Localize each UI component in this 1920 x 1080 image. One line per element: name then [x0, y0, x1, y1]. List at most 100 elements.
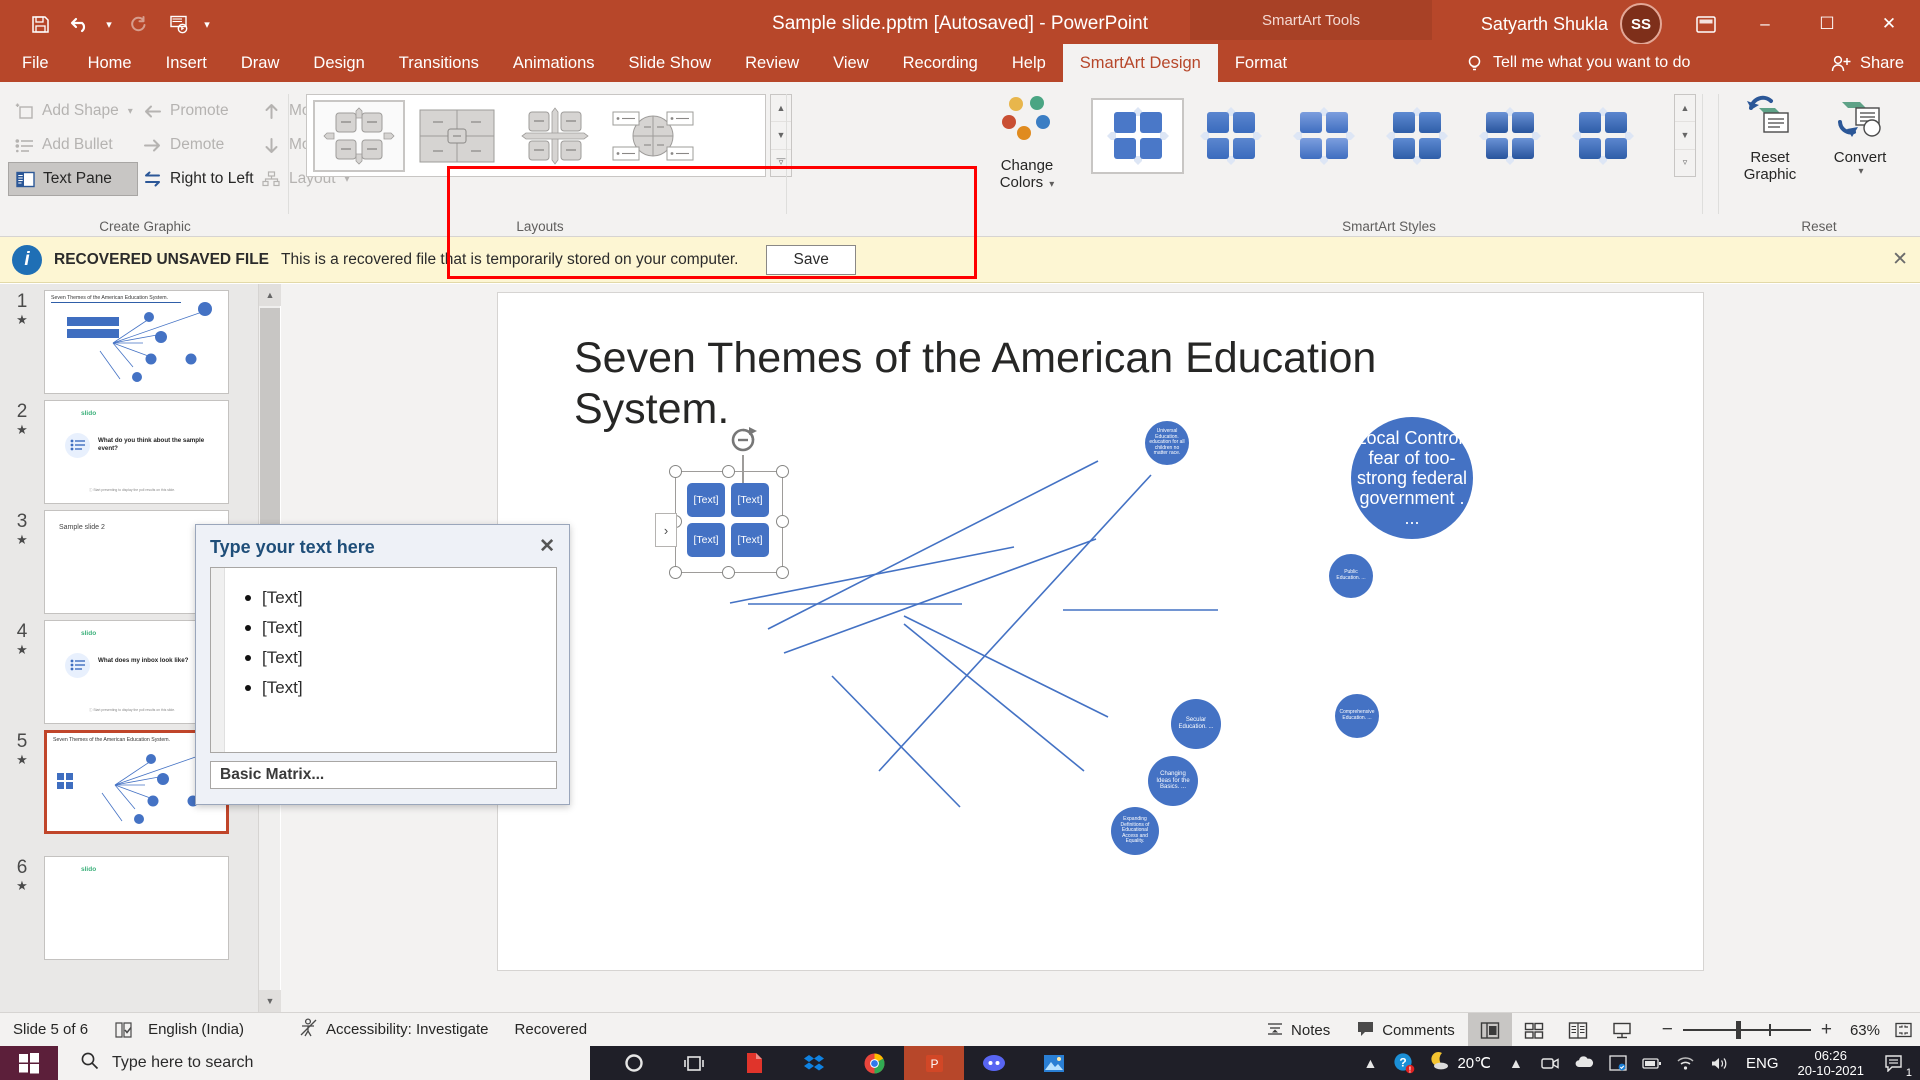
maximize-button[interactable]: ☐ [1796, 0, 1858, 48]
tab-recording[interactable]: Recording [886, 44, 995, 82]
smartart-cell-2[interactable]: [Text] [731, 483, 769, 517]
smartart-cell-4[interactable]: [Text] [731, 523, 769, 557]
thumbnail-preview[interactable]: slido [44, 856, 229, 960]
wifi-icon[interactable] [1669, 1046, 1703, 1080]
smartart-style-moderate-effect[interactable] [1370, 97, 1463, 174]
text-pane-dialog[interactable]: Type your text here ✕ [Text] [Text] [Tex… [195, 524, 570, 805]
fit-to-window-icon[interactable] [1886, 1013, 1920, 1047]
tab-view[interactable]: View [816, 44, 885, 82]
smartart-cell-1[interactable]: [Text] [687, 483, 725, 517]
chrome-icon[interactable] [844, 1046, 904, 1080]
tab-help[interactable]: Help [995, 44, 1063, 82]
language-indicator[interactable]: English (India) [146, 1013, 257, 1047]
discord-icon[interactable] [964, 1046, 1024, 1080]
text-pane-editor[interactable]: [Text] [Text] [Text] [Text] [210, 567, 557, 753]
chevron-down-icon[interactable]: ▾ [1836, 166, 1887, 178]
thumbnail-preview[interactable]: Seven Themes of the American Education S… [44, 290, 229, 394]
smartart-style-white-outline[interactable] [1184, 97, 1277, 174]
notes-button[interactable]: Notes [1253, 1013, 1343, 1047]
layout-basic-matrix[interactable] [313, 99, 405, 172]
resize-handle-e[interactable] [776, 515, 789, 528]
panel-scroll-up-icon[interactable]: ▲ [259, 284, 281, 306]
undo-dropdown-icon[interactable]: ▾ [102, 7, 116, 41]
add-bullet-button[interactable]: Add Bullet [8, 128, 138, 162]
zoom-track[interactable] [1682, 1021, 1811, 1039]
windows-start-icon[interactable] [0, 1046, 58, 1080]
text-pane-bullet-4[interactable]: [Text] [245, 678, 303, 698]
reading-view-icon[interactable] [1556, 1013, 1600, 1047]
slide-thumbnail-1[interactable]: 1 ★ Seven Themes of the American Education… [0, 290, 229, 394]
diagram-node-local-control[interactable]: Local Control. fear of too-strong federa… [1351, 417, 1473, 539]
comments-button[interactable]: Comments [1343, 1013, 1468, 1047]
close-icon[interactable]: ✕ [539, 535, 555, 558]
smartart-style-simple-fill[interactable] [1091, 97, 1184, 174]
meet-now-icon[interactable] [1533, 1046, 1567, 1080]
slide-counter[interactable]: Slide 5 of 6 [0, 1013, 101, 1047]
styles-scroll-down-icon[interactable]: ▼ [1675, 122, 1695, 150]
promote-button[interactable]: Promote [136, 94, 259, 128]
demote-button[interactable]: Demote [136, 128, 259, 162]
resize-handle-se[interactable] [776, 566, 789, 579]
chevron-down-icon[interactable]: ▾ [1049, 179, 1054, 190]
tab-transitions[interactable]: Transitions [382, 44, 496, 82]
share-button[interactable]: Share [1831, 44, 1904, 82]
weather-widget[interactable]: 20℃ [1421, 1051, 1499, 1075]
smartart-style-subtle-effect[interactable] [1277, 97, 1370, 174]
slide-sorter-icon[interactable] [1512, 1013, 1556, 1047]
tab-slide-show[interactable]: Slide Show [612, 44, 729, 82]
text-pane-bullet-3[interactable]: [Text] [245, 648, 303, 668]
tab-draw[interactable]: Draw [224, 44, 297, 82]
update-icon[interactable] [1601, 1046, 1635, 1080]
account-area[interactable]: Satyarth Shukla SS [1481, 0, 1662, 48]
zoom-level[interactable]: 63% [1850, 1013, 1886, 1047]
ribbon-display-options-icon[interactable] [1678, 0, 1734, 48]
search-input[interactable]: Type here to search [58, 1046, 590, 1080]
smartart-style-polished[interactable] [1556, 97, 1649, 174]
chevron-up-icon[interactable]: ▲ [1353, 1046, 1387, 1080]
cortana-icon[interactable] [604, 1046, 664, 1080]
task-view-icon[interactable] [664, 1046, 724, 1080]
panel-scroll-down-icon[interactable]: ▼ [259, 990, 281, 1012]
smartart-object[interactable]: [Text] [Text] [Text] [Text] › [655, 427, 789, 579]
onedrive-icon[interactable] [1567, 1046, 1601, 1080]
tell-me-box[interactable]: Tell me what you want to do [1465, 44, 1690, 82]
photos-icon[interactable] [1024, 1046, 1084, 1080]
convert-button[interactable]: Convert ▾ [1818, 94, 1902, 206]
resize-handle-nw[interactable] [669, 465, 682, 478]
tab-format[interactable]: Format [1218, 44, 1304, 82]
tab-insert[interactable]: Insert [149, 44, 224, 82]
layout-titled-matrix[interactable] [411, 99, 503, 172]
spellcheck-icon[interactable] [101, 1013, 146, 1047]
right-to-left-button[interactable]: Right to Left [136, 162, 259, 196]
slideshow-icon[interactable] [160, 7, 196, 41]
resize-handle-sw[interactable] [669, 566, 682, 579]
layouts-gallery-scrollbar[interactable]: ▲ ▼ ▿ — [770, 94, 792, 177]
layout-grid-matrix[interactable] [509, 99, 601, 172]
diagram-node-public[interactable]: Public Education. ... [1329, 554, 1373, 598]
zoom-in-button[interactable]: + [1811, 1019, 1842, 1041]
customize-qat-icon[interactable]: ▾ [200, 7, 214, 41]
save-icon[interactable] [22, 7, 58, 41]
smartart-styles-scrollbar[interactable]: ▲ ▼ ▿ [1674, 94, 1696, 177]
thumbnail-preview[interactable]: slido What do you think about the sample … [44, 400, 229, 504]
normal-view-icon[interactable] [1467, 1013, 1512, 1047]
clock[interactable]: 06:26 20-10-2021 [1788, 1048, 1875, 1079]
notifications-icon[interactable]: 1 [1874, 1046, 1914, 1080]
resize-handle-n[interactable] [722, 465, 735, 478]
diagram-node-changing-ideas[interactable]: Changing Ideas for the Basics. ... [1148, 756, 1198, 806]
tab-animations[interactable]: Animations [496, 44, 612, 82]
tray-overflow-chevron-icon[interactable]: ▲ [1499, 1046, 1533, 1080]
reset-graphic-button[interactable]: Reset Graphic [1728, 94, 1812, 206]
avatar[interactable]: SS [1620, 3, 1662, 45]
diagram-node-universal[interactable]: Universal Education. education for all c… [1145, 421, 1189, 465]
volume-icon[interactable] [1703, 1046, 1737, 1080]
chevron-down-icon[interactable]: ▾ [128, 106, 133, 117]
add-shape-button[interactable]: Add Shape ▾ [8, 94, 138, 128]
resize-handle-ne[interactable] [776, 465, 789, 478]
undo-icon[interactable] [62, 7, 98, 41]
minimize-button[interactable]: – [1734, 0, 1796, 48]
text-pane-bullet-1[interactable]: [Text] [245, 588, 303, 608]
close-icon[interactable]: ✕ [1892, 248, 1908, 271]
text-pane-button[interactable]: Text Pane [8, 162, 138, 196]
language-indicator[interactable]: ENG [1737, 1055, 1788, 1072]
